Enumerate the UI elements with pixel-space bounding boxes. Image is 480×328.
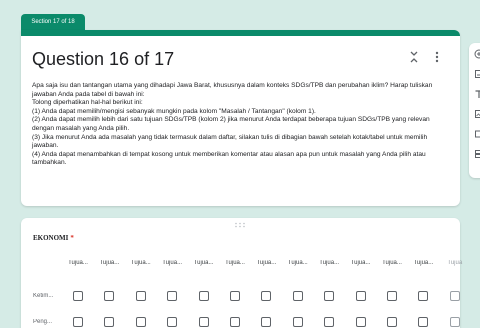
grid-checkbox[interactable] <box>387 291 397 301</box>
column-header: Tujua... <box>350 260 371 266</box>
required-asterisk: * <box>70 234 74 242</box>
grid-checkbox[interactable] <box>292 317 303 327</box>
grid-checkbox[interactable] <box>230 291 240 301</box>
grid-checkbox[interactable] <box>261 291 272 301</box>
grid-checkbox[interactable] <box>198 317 209 327</box>
grid-checkbox[interactable] <box>104 317 115 327</box>
column-header: Tujua... <box>99 260 120 266</box>
column-header: Tujua... <box>382 260 402 266</box>
column-header: Tujua... <box>225 260 245 266</box>
question-description[interactable]: Apa saja isu dan tantangan utama yang di… <box>32 82 450 168</box>
row-label: Ketim... <box>33 293 54 299</box>
column-header: Tujua... <box>319 260 340 266</box>
grid-checkbox[interactable] <box>167 291 178 301</box>
add-video-icon[interactable] <box>473 128 480 140</box>
add-circle-icon[interactable] <box>473 48 480 60</box>
description-line: (2) Anda dapat memilih lebih dari satu t… <box>32 116 430 132</box>
add-section-icon[interactable] <box>473 148 480 160</box>
description-line: Apa saja isu dan tantangan utama yang di… <box>32 82 433 98</box>
grid-question-title[interactable]: EKONOMI * <box>33 234 74 242</box>
grid-checkbox[interactable] <box>292 291 303 301</box>
grid-checkbox[interactable] <box>135 317 146 327</box>
column-header: Tujua... <box>287 260 308 266</box>
add-image-icon[interactable] <box>473 108 480 120</box>
column-header: Tujua... <box>413 260 434 266</box>
grid-checkbox[interactable] <box>167 317 178 327</box>
grid-checkbox[interactable] <box>104 291 115 301</box>
column-header: Tujua... <box>256 260 277 266</box>
grid-checkbox[interactable] <box>355 291 366 301</box>
grid-checkbox[interactable] <box>261 317 272 327</box>
section-tab: Section 17 of 18 <box>21 14 85 31</box>
grid-checkbox[interactable] <box>418 291 429 301</box>
column-header: Tujua... <box>193 260 214 266</box>
column-header: Tujua... <box>162 260 183 266</box>
description-line: Tolong diperhatikan hal-hal berikut ini: <box>32 99 143 107</box>
grid-checkbox[interactable] <box>73 291 83 301</box>
question-title[interactable]: Question 16 of 17 <box>32 49 174 70</box>
description-line: (4) Anda dapat menambahkan di tempat kos… <box>32 150 426 167</box>
grid-checkbox[interactable] <box>449 291 460 301</box>
grid-title-text: EKONOMI <box>33 234 69 242</box>
description-line: (1) Anda dapat memilih/mengisi sebanyak … <box>32 107 316 115</box>
grid-checkbox[interactable] <box>324 291 335 301</box>
add-title-icon[interactable] <box>473 88 480 100</box>
grid-question-card[interactable]: EKONOMI * Tujua... Tujua... Tujua... Tujua..… <box>21 218 462 328</box>
grid-checkbox[interactable] <box>230 317 240 327</box>
row-label: Peng... <box>33 319 53 325</box>
grid-checkbox[interactable] <box>387 317 397 327</box>
question-card[interactable]: Question 16 of 17 Apa saja isu dan tanta… <box>21 30 460 206</box>
more-vert-icon[interactable] <box>432 49 442 65</box>
grid-checkbox[interactable] <box>198 291 209 301</box>
column-header: Tujua... <box>130 260 151 266</box>
grid-checkbox[interactable] <box>135 291 146 301</box>
grid-checkbox[interactable] <box>355 317 366 327</box>
description-line: (3) Jika menurut Anda ada masalah yang t… <box>32 133 428 150</box>
import-questions-icon[interactable] <box>473 68 480 80</box>
grid-checkbox[interactable] <box>449 317 460 327</box>
column-header: Tujua... <box>68 260 88 266</box>
column-header: Tujua <box>447 260 463 266</box>
drag-handle-icon[interactable] <box>233 222 247 228</box>
collapse-vertical-icon[interactable] <box>407 49 421 65</box>
grid-checkbox[interactable] <box>324 317 335 327</box>
grid-checkbox[interactable] <box>73 317 83 327</box>
side-toolbar <box>469 43 480 178</box>
grid-checkbox[interactable] <box>418 317 429 327</box>
